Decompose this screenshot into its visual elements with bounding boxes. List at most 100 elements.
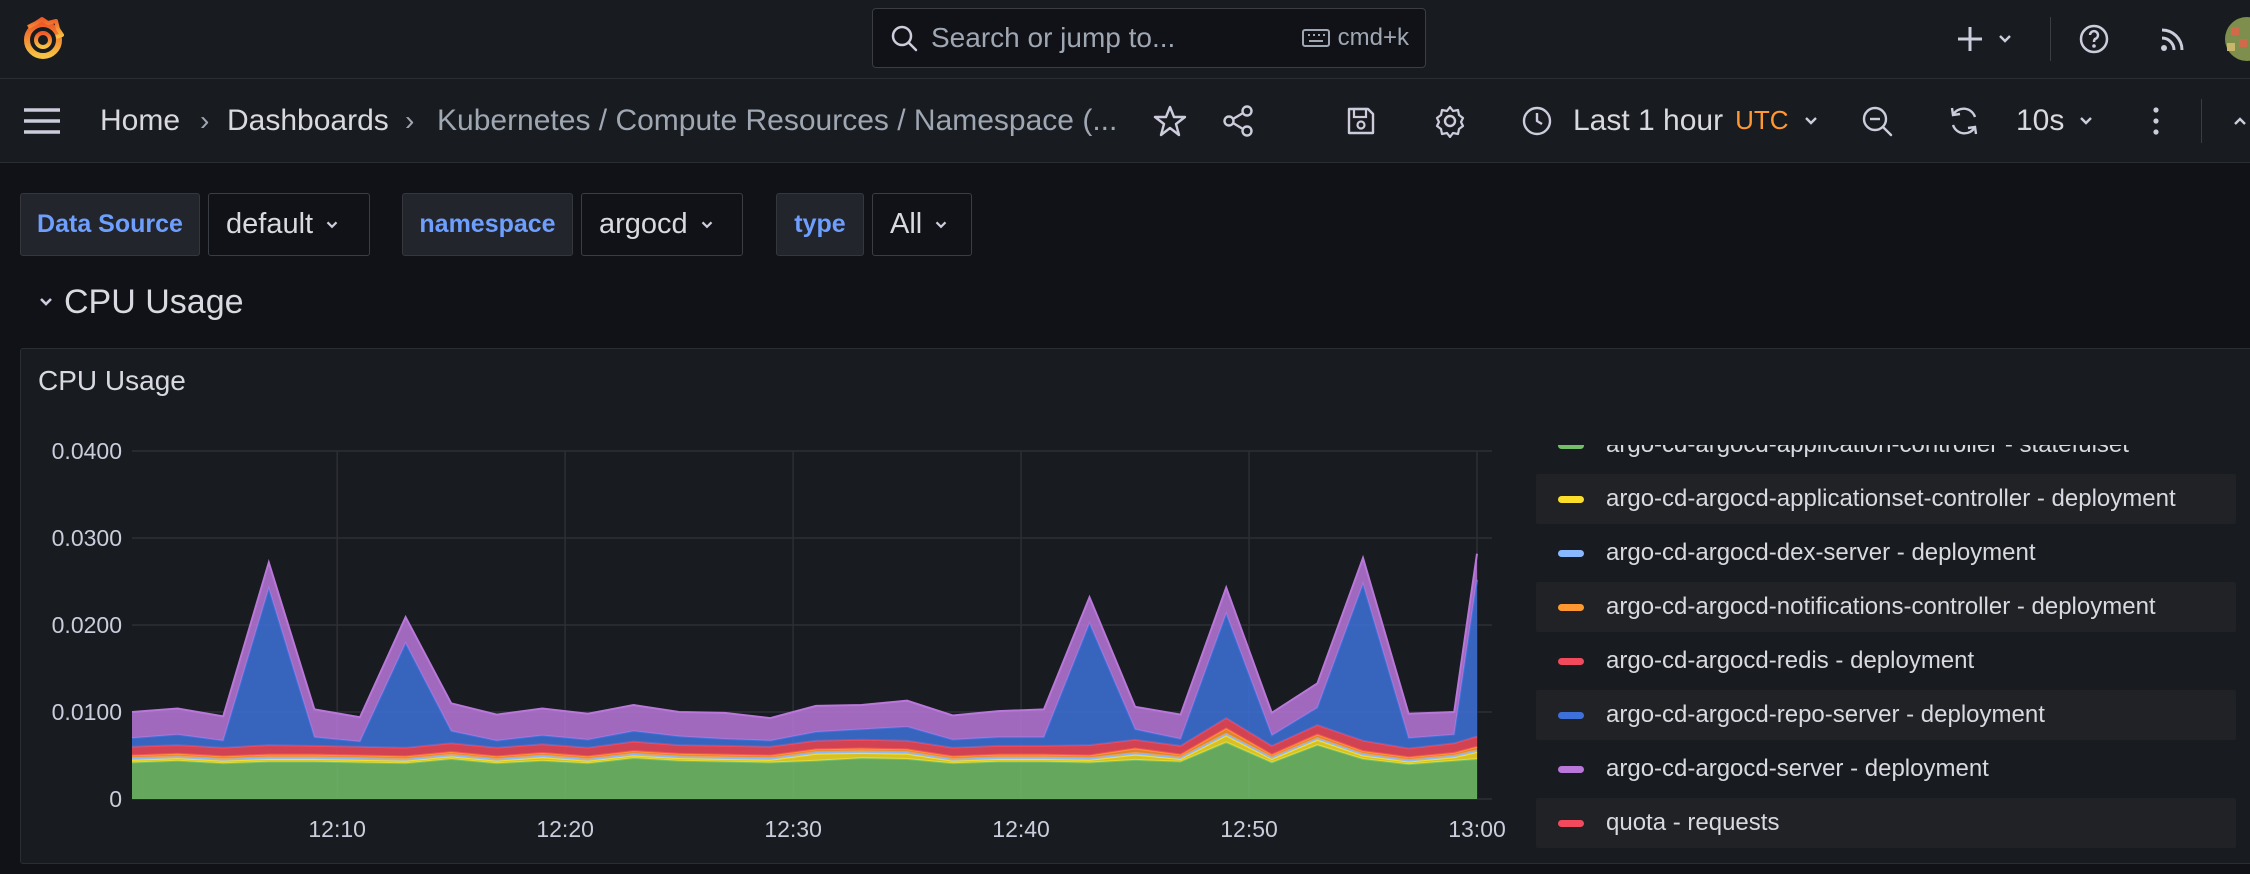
breadcrumb-home[interactable]: Home xyxy=(100,79,180,162)
row-collapse-toggle[interactable]: CPU Usage xyxy=(36,280,244,324)
legend-item[interactable]: argo-cd-argocd-server - deployment xyxy=(1536,744,2236,794)
favorite-button[interactable] xyxy=(1153,79,1187,162)
kebab-menu-icon xyxy=(2153,106,2159,135)
y-tick-label: 0.0300 xyxy=(52,525,122,551)
variable-select-data-source[interactable]: default xyxy=(208,193,370,256)
refresh-button[interactable] xyxy=(1947,79,1981,162)
legend-item[interactable]: argo-cd-argocd-dex-server - deployment xyxy=(1536,528,2236,578)
news-button[interactable] xyxy=(2158,0,2188,78)
cpu-usage-panel: CPU Usage 0 0.0100 0.0200 0.0300 0.0400 12:1… xyxy=(20,348,2250,864)
legend-item[interactable]: argo-cd-argocd-application-controller - … xyxy=(1536,445,2236,470)
legend-label: argo-cd-argocd-application-controller - … xyxy=(1606,445,2129,459)
legend-item[interactable]: argo-cd-argocd-applicationset-controller… xyxy=(1536,474,2236,524)
more-options-button[interactable] xyxy=(2150,79,2162,162)
breadcrumb-current-dashboard: Kubernetes / Compute Resources / Namespa… xyxy=(437,103,1118,137)
legend-label: argo-cd-argocd-notifications-controller … xyxy=(1606,593,2156,620)
legend-swatch xyxy=(1558,549,1584,557)
legend-item[interactable]: argo-cd-argocd-repo-server - deployment xyxy=(1536,690,2236,740)
chevron-down-icon xyxy=(1804,116,1817,125)
variable-value: default xyxy=(226,208,314,240)
legend-label: argo-cd-argocd-dex-server - deployment xyxy=(1606,539,2036,566)
menu-toggle-button[interactable] xyxy=(22,79,62,162)
time-range-label: Last 1 hour xyxy=(1573,103,1724,137)
y-tick-label: 0 xyxy=(109,786,122,812)
legend-item[interactable]: argo-cd-argocd-notifications-controller … xyxy=(1536,582,2236,632)
y-tick-label: 0.0200 xyxy=(52,612,122,638)
zoom-out-button[interactable] xyxy=(1860,79,1894,162)
legend-label: argo-cd-argocd-server - deployment xyxy=(1606,755,1989,782)
legend-label: argo-cd-argocd-repo-server - deployment xyxy=(1606,701,2045,728)
chevron-down-icon xyxy=(1999,35,2011,43)
nav-divider xyxy=(2201,79,2202,162)
dashboard-settings-button[interactable] xyxy=(1433,79,1467,162)
chevron-down-icon xyxy=(326,221,338,228)
legend-item[interactable]: quota - requests xyxy=(1536,798,2236,848)
variable-label-data-source: Data Source xyxy=(20,193,200,256)
legend-swatch xyxy=(1558,603,1584,611)
new-menu-button[interactable] xyxy=(1955,0,2015,78)
shortcut-label: cmd+k xyxy=(1337,24,1409,51)
variable-value: argocd xyxy=(599,208,688,240)
user-avatar[interactable] xyxy=(2225,0,2250,78)
chevron-down-icon xyxy=(40,298,52,306)
cpu-usage-chart[interactable]: 0 0.0100 0.0200 0.0300 0.0400 12:10 12:20 12:3… xyxy=(21,349,1536,865)
legend-swatch xyxy=(1558,445,1584,449)
variable-select-type[interactable]: All xyxy=(872,193,972,256)
legend-swatch xyxy=(1558,657,1584,665)
search-input[interactable]: Search or jump to... cmd+k xyxy=(872,8,1426,68)
chart-areas xyxy=(131,553,1478,799)
x-tick-label: 12:20 xyxy=(536,816,594,842)
row-title: CPU Usage xyxy=(64,282,244,321)
help-icon xyxy=(2079,24,2109,54)
template-variables-bar: Data Source default namespace argocd typ… xyxy=(0,193,2250,256)
chevron-up-icon xyxy=(2234,116,2246,125)
chevron-down-icon xyxy=(2080,116,2093,125)
legend-swatch xyxy=(1558,819,1584,827)
top-divider xyxy=(2050,0,2051,78)
top-bar: Search or jump to... cmd+k xyxy=(0,0,2250,79)
share-icon xyxy=(1223,104,1253,137)
legend-label: argo-cd-argocd-applicationset-controller… xyxy=(1606,485,2176,512)
series-line xyxy=(131,553,1478,720)
gear-icon xyxy=(1435,105,1465,138)
x-axis-labels: 12:10 12:20 12:30 12:40 12:50 13:00 xyxy=(308,816,1505,842)
time-range-picker[interactable]: Last 1 hour UTC xyxy=(1521,79,1821,162)
variable-select-namespace[interactable]: argocd xyxy=(581,193,743,256)
chart-legend: argo-cd-argocd-application-controller - … xyxy=(1536,445,2250,865)
x-tick-label: 12:10 xyxy=(308,816,366,842)
breadcrumb-separator: › xyxy=(405,104,415,136)
keyboard-shortcut: cmd+k xyxy=(1301,24,1409,52)
rss-icon xyxy=(2161,28,2184,51)
y-axis-labels: 0 0.0100 0.0200 0.0300 0.0400 xyxy=(52,438,122,812)
share-button[interactable] xyxy=(1221,79,1255,162)
search-placeholder: Search or jump to... xyxy=(931,22,1176,53)
refresh-interval-label: 10s xyxy=(2016,103,2065,137)
search-icon xyxy=(891,25,918,52)
plus-icon xyxy=(1958,27,1982,51)
help-button[interactable] xyxy=(2078,0,2110,78)
legend-swatch xyxy=(1558,765,1584,773)
legend-item[interactable]: argo-cd-argocd-redis - deployment xyxy=(1536,636,2236,686)
y-tick-label: 0.0400 xyxy=(52,438,122,464)
x-tick-label: 12:30 xyxy=(764,816,822,842)
chevron-down-icon xyxy=(701,221,712,228)
legend-label: argo-cd-argocd-redis - deployment xyxy=(1606,647,1975,674)
legend-swatch xyxy=(1558,495,1584,503)
star-icon xyxy=(1153,105,1187,136)
refresh-icon xyxy=(1950,107,1978,134)
refresh-interval-picker[interactable]: 10s xyxy=(2016,79,2096,162)
hamburger-menu-icon xyxy=(24,107,60,134)
keyboard-icon xyxy=(1301,29,1330,47)
x-tick-label: 13:00 xyxy=(1448,816,1506,842)
save-dashboard-button[interactable] xyxy=(1345,79,1377,162)
collapse-header-button[interactable] xyxy=(2230,79,2250,162)
chevron-down-icon xyxy=(935,221,947,228)
x-tick-label: 12:40 xyxy=(992,816,1050,842)
legend-label: quota - requests xyxy=(1606,809,1780,836)
dashboard-nav-bar: Home › Dashboards › Kubernetes / Compute… xyxy=(0,79,2250,163)
breadcrumb-dashboards[interactable]: Dashboards xyxy=(227,79,389,162)
variable-label-namespace: namespace xyxy=(402,193,573,256)
clock-icon xyxy=(1522,106,1552,135)
timezone-label: UTC xyxy=(1735,105,1789,135)
grafana-logo-icon[interactable] xyxy=(20,15,66,61)
